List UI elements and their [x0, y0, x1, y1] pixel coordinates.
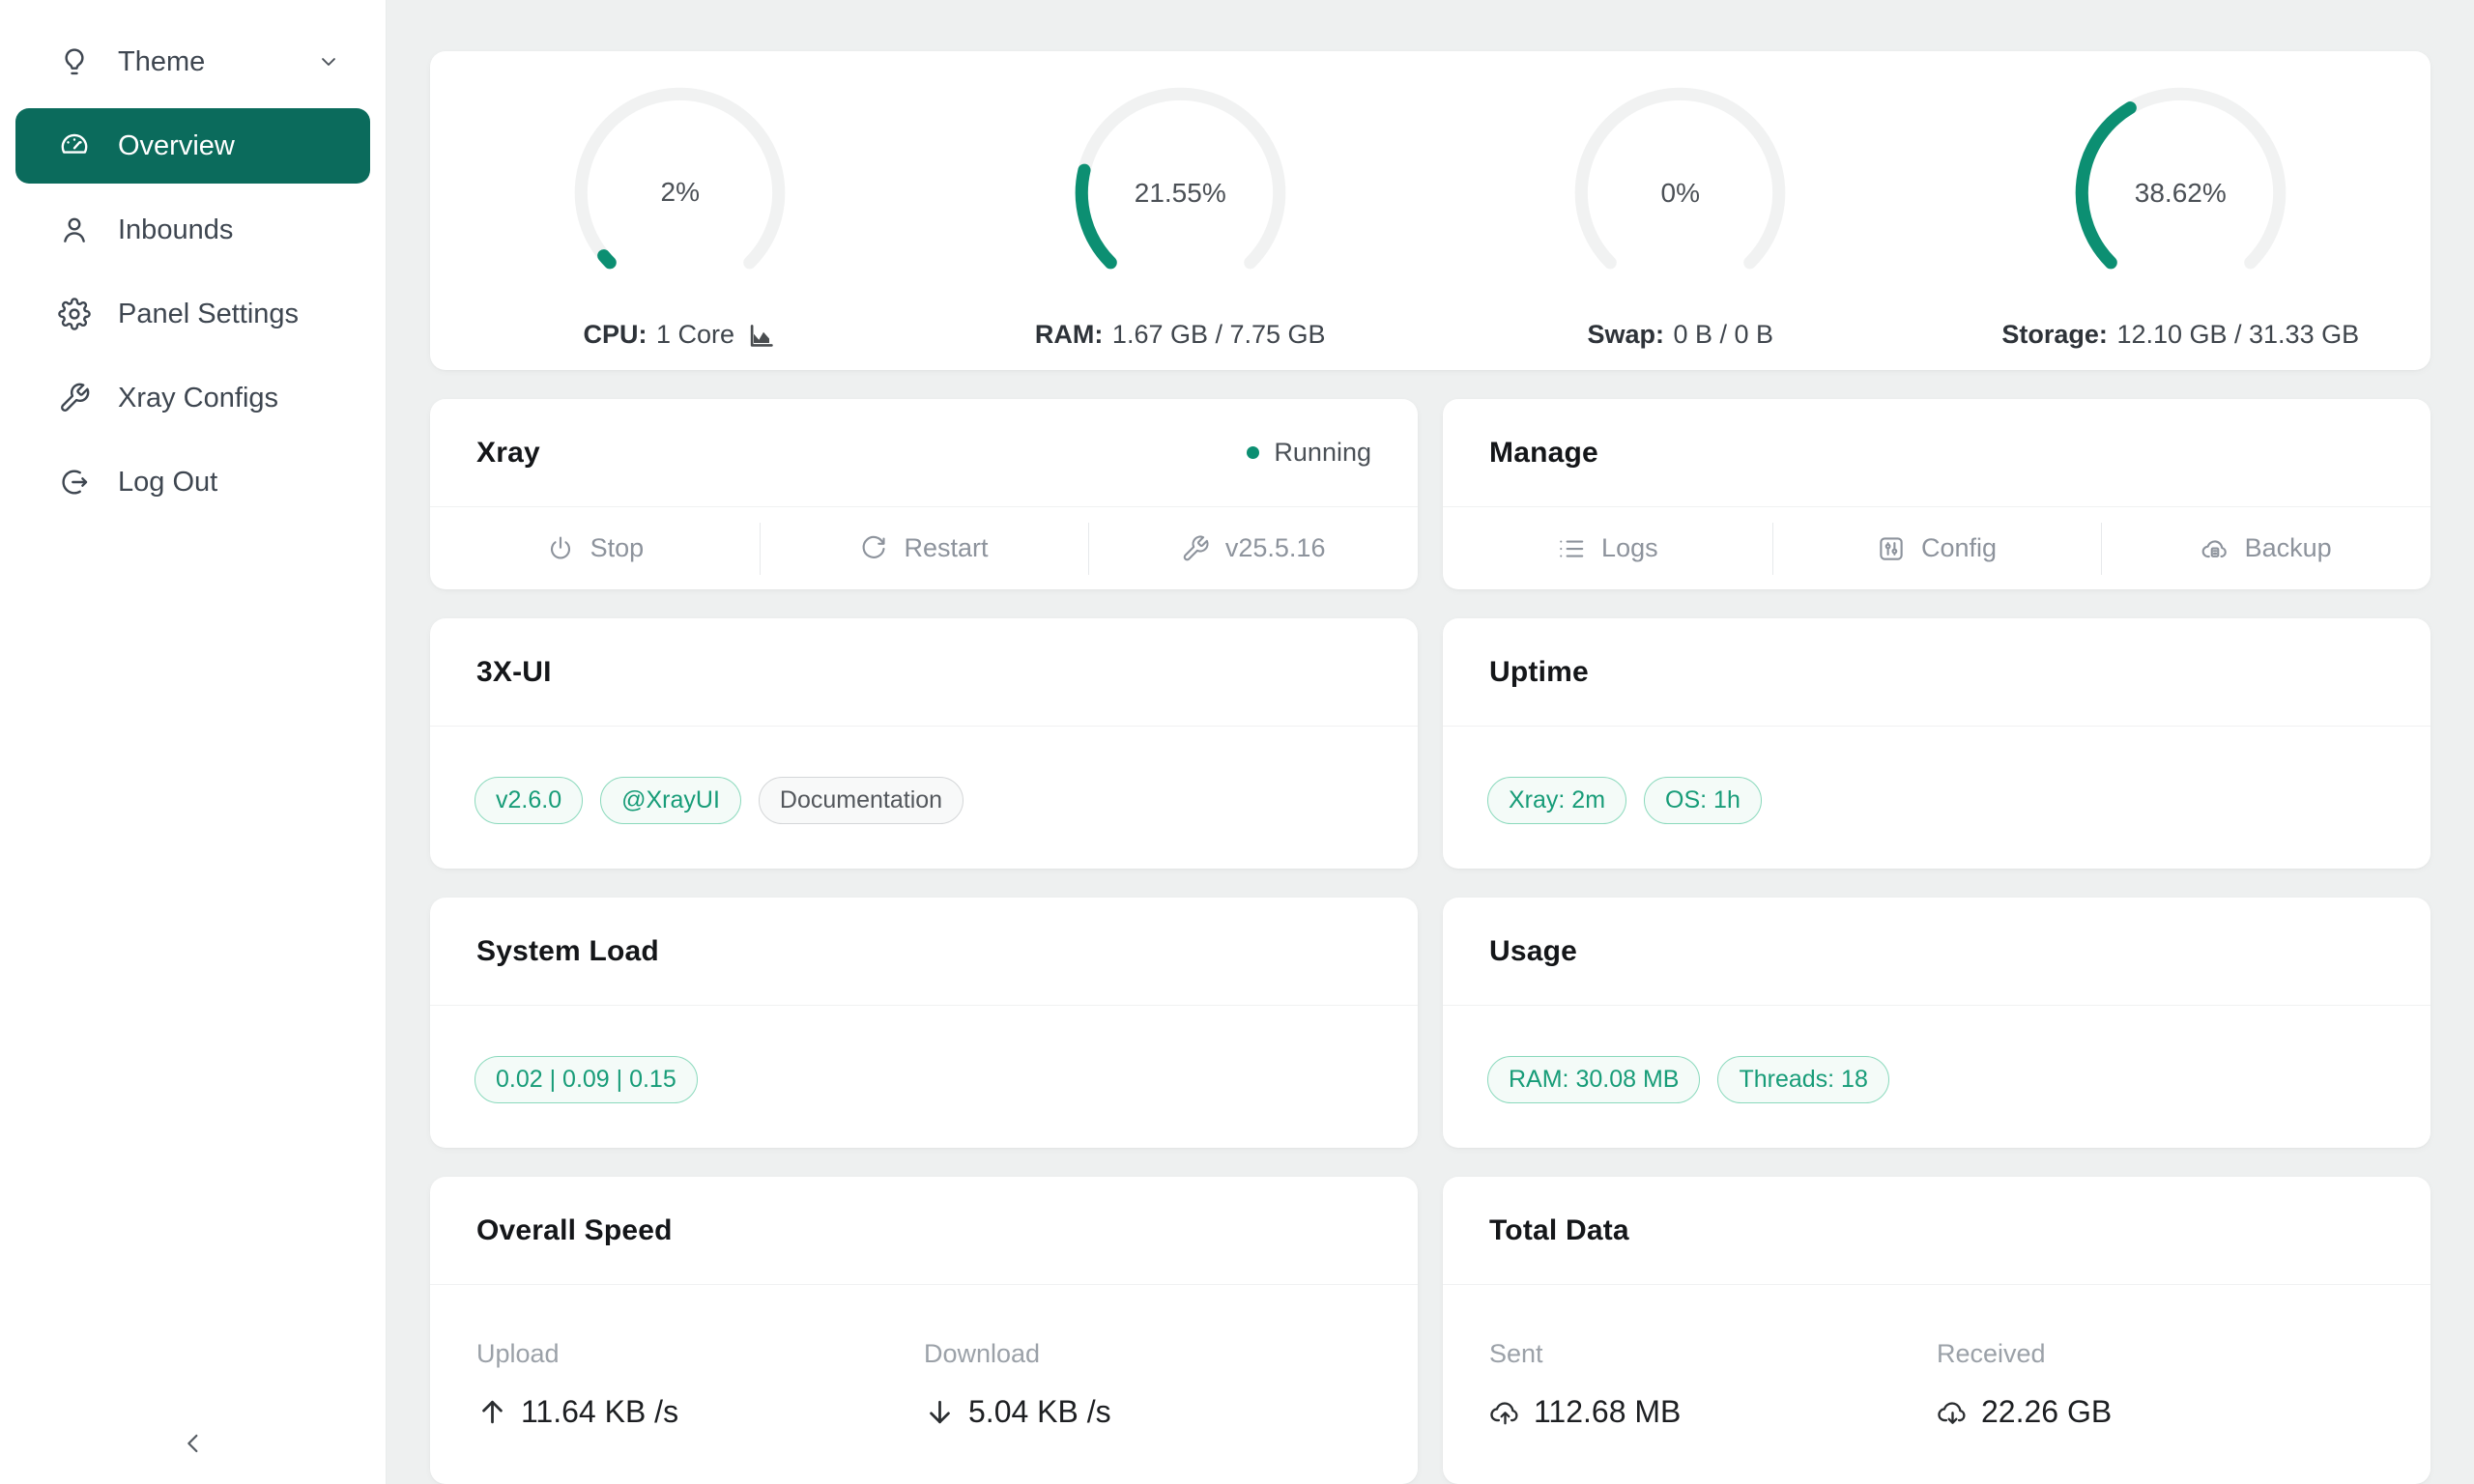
load-average-badge: 0.02 | 0.09 | 0.15	[475, 1056, 698, 1103]
swap-percent: 0%	[1567, 79, 1794, 306]
received-value: 22.26 GB	[1981, 1394, 2112, 1430]
os-uptime-badge: OS: 1h	[1644, 777, 1762, 824]
sidebar-item-label: Inbounds	[118, 214, 233, 246]
xui-card-title: 3X-UI	[476, 656, 552, 689]
ram-percent: 21.55%	[1067, 79, 1294, 306]
swap-label: Swap: 0 B / 0 B	[1587, 320, 1773, 350]
list-icon	[1557, 534, 1586, 563]
main-content: 2% CPU: 1 Core 21.55% RAM: 1.67 GB / 7.7…	[387, 0, 2474, 1484]
received-stat: Received 22.26 GB	[1937, 1339, 2384, 1430]
sent-value: 112.68 MB	[1534, 1394, 1681, 1430]
download-value: 5.04 KB /s	[968, 1394, 1111, 1430]
chevron-down-icon	[316, 49, 341, 74]
config-button[interactable]: Config	[1772, 507, 2102, 589]
system-load-card: System Load 0.02 | 0.09 | 0.15	[430, 898, 1418, 1148]
arrow-down-icon	[924, 1396, 956, 1428]
ram-usage-badge: RAM: 30.08 MB	[1487, 1056, 1700, 1103]
total-data-card-title: Total Data	[1489, 1214, 1629, 1247]
sidebar-item-panel-settings[interactable]: Panel Settings	[15, 276, 370, 352]
cloud-download-icon	[1937, 1396, 1969, 1428]
chart-icon[interactable]	[746, 320, 777, 351]
overall-speed-card-title: Overall Speed	[476, 1214, 673, 1247]
speedometer-icon	[58, 129, 91, 162]
sent-stat: Sent 112.68 MB	[1489, 1339, 1937, 1430]
row-xui-uptime: 3X-UI v2.6.0 @XrayUI Documentation Uptim…	[430, 618, 2431, 869]
wrench-icon	[1181, 534, 1210, 563]
received-label: Received	[1937, 1339, 2384, 1369]
storage-label: Storage: 12.10 GB / 31.33 GB	[2001, 320, 2359, 350]
arrow-up-icon	[476, 1396, 508, 1428]
row-load-usage: System Load 0.02 | 0.09 | 0.15 Usage RAM…	[430, 898, 2431, 1148]
total-data-card: Total Data Sent 112.68 MB Received	[1443, 1177, 2431, 1484]
manage-card: Manage Logs Confi	[1443, 399, 2431, 589]
uptime-card: Uptime Xray: 2m OS: 1h	[1443, 618, 2431, 869]
restart-button[interactable]: Restart	[760, 507, 1089, 589]
version-badge[interactable]: v2.6.0	[475, 777, 583, 824]
sidebar: Theme Overview Inbounds	[0, 0, 387, 1484]
status-dot	[1247, 446, 1259, 459]
backup-button[interactable]: Backup	[2101, 507, 2431, 589]
gauge-storage: 38.62% Storage: 12.10 GB / 31.33 GB	[2001, 79, 2359, 350]
manage-card-title: Manage	[1489, 437, 1598, 470]
sidebar-item-overview[interactable]: Overview	[15, 108, 370, 184]
gauge-ram: 21.55% RAM: 1.67 GB / 7.75 GB	[1035, 79, 1326, 350]
refresh-icon	[859, 534, 888, 563]
uptime-card-title: Uptime	[1489, 656, 1589, 689]
gauge-swap: 0% Swap: 0 B / 0 B	[1567, 79, 1794, 350]
sidebar-item-theme[interactable]: Theme	[15, 24, 370, 100]
status-text: Running	[1274, 438, 1371, 468]
cloud-upload-icon	[1489, 1396, 1521, 1428]
row-speed-data: Overall Speed Upload 11.64 KB /s Downloa…	[430, 1177, 2431, 1484]
gear-icon	[58, 298, 91, 330]
sidebar-item-inbounds[interactable]: Inbounds	[15, 192, 370, 268]
cpu-label: CPU: 1 Core	[583, 320, 777, 351]
upload-label: Upload	[476, 1339, 924, 1369]
upload-stat: Upload 11.64 KB /s	[476, 1339, 924, 1430]
xray-version-button[interactable]: v25.5.16	[1088, 507, 1418, 589]
xui-card: 3X-UI v2.6.0 @XrayUI Documentation	[430, 618, 1418, 869]
usage-card-title: Usage	[1489, 935, 1577, 968]
power-icon	[546, 534, 575, 563]
sidebar-item-log-out[interactable]: Log Out	[15, 444, 370, 520]
ram-label: RAM: 1.67 GB / 7.75 GB	[1035, 320, 1326, 350]
xray-card: Xray Running Stop Restart	[430, 399, 1418, 589]
download-label: Download	[924, 1339, 1371, 1369]
xray-uptime-badge: Xray: 2m	[1487, 777, 1626, 824]
sidebar-item-xray-configs[interactable]: Xray Configs	[15, 360, 370, 436]
system-load-card-title: System Load	[476, 935, 659, 968]
upload-value: 11.64 KB /s	[521, 1394, 678, 1430]
gauge-cpu: 2% CPU: 1 Core	[566, 79, 793, 351]
row-xray-manage: Xray Running Stop Restart	[430, 399, 2431, 589]
cpu-percent: 2%	[566, 79, 793, 306]
documentation-link-badge[interactable]: Documentation	[759, 777, 964, 824]
sidebar-item-label: Xray Configs	[118, 383, 278, 414]
threads-badge: Threads: 18	[1717, 1056, 1888, 1103]
xrayui-link-badge[interactable]: @XrayUI	[600, 777, 741, 824]
sidebar-nav: Theme Overview Inbounds	[0, 24, 386, 520]
wrench-icon	[58, 382, 91, 414]
sent-label: Sent	[1489, 1339, 1937, 1369]
sidebar-item-label: Theme	[118, 46, 205, 78]
overall-speed-card: Overall Speed Upload 11.64 KB /s Downloa…	[430, 1177, 1418, 1484]
sidebar-item-label: Overview	[118, 130, 235, 162]
download-stat: Download 5.04 KB /s	[924, 1339, 1371, 1430]
logs-button[interactable]: Logs	[1443, 507, 1772, 589]
cloud-server-icon	[2201, 534, 2229, 563]
lightbulb-icon	[58, 45, 91, 78]
user-icon	[58, 214, 91, 246]
sidebar-collapse-button[interactable]	[0, 1418, 386, 1469]
storage-percent: 38.62%	[2067, 79, 2294, 306]
sliders-icon	[1877, 534, 1906, 563]
usage-card: Usage RAM: 30.08 MB Threads: 18	[1443, 898, 2431, 1148]
stop-button[interactable]: Stop	[430, 507, 760, 589]
sidebar-item-label: Panel Settings	[118, 299, 299, 330]
chevron-left-icon	[178, 1428, 209, 1459]
xray-status-badge: Running	[1247, 438, 1371, 468]
resource-gauges-card: 2% CPU: 1 Core 21.55% RAM: 1.67 GB / 7.7…	[430, 51, 2431, 370]
logout-icon	[58, 466, 91, 499]
sidebar-item-label: Log Out	[118, 467, 217, 499]
xray-card-title: Xray	[476, 437, 540, 470]
